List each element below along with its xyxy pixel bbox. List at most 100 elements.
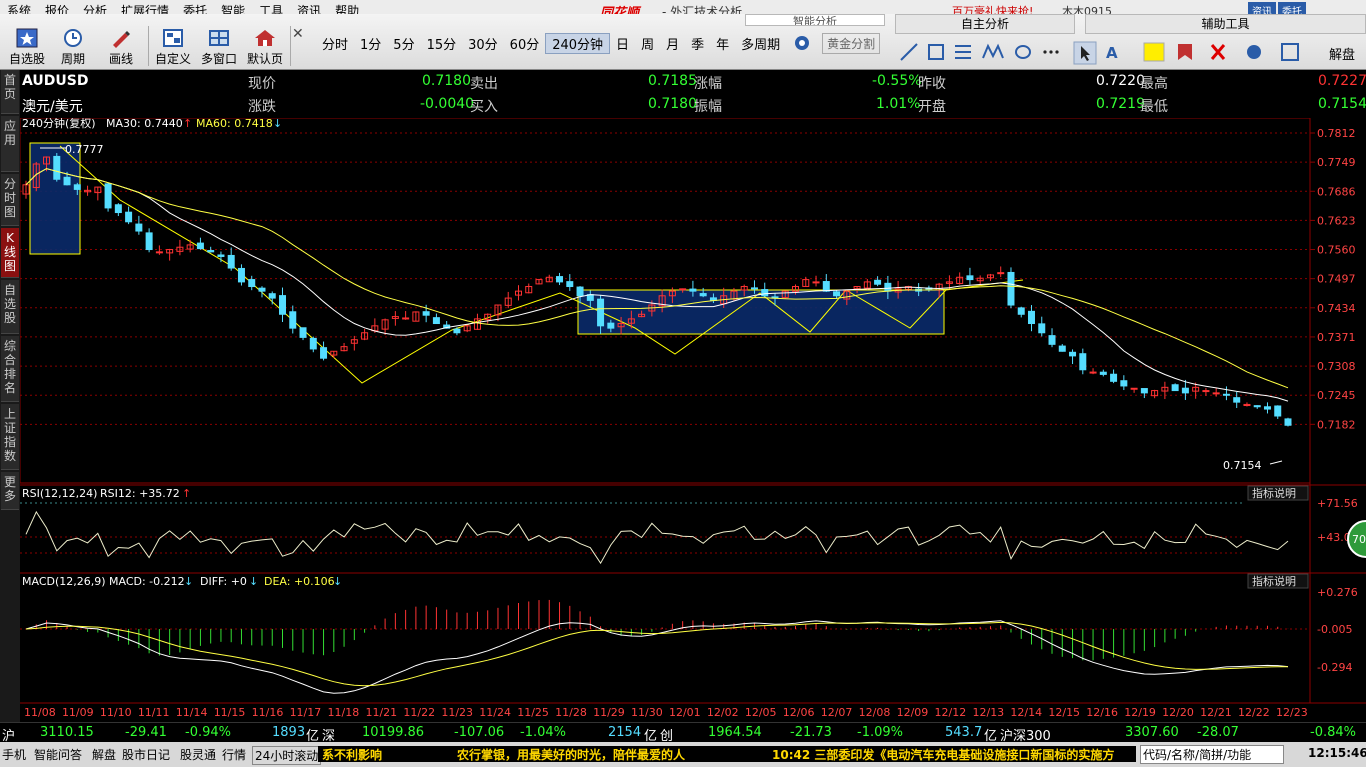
candle-down [268, 293, 276, 299]
tab-ranking[interactable]: 综合排名 [1, 336, 19, 402]
more-tools-icon[interactable] [1043, 50, 1059, 54]
period-1min[interactable]: 1分 [354, 34, 387, 53]
candle-up [1089, 371, 1097, 374]
channel-tool-icon[interactable] [955, 45, 971, 59]
dea-line [25, 621, 1288, 687]
default-page-button[interactable]: 默认页 [242, 22, 288, 68]
candle-down [699, 293, 707, 297]
x-tick-label: 11/18 [328, 706, 360, 719]
export-tool-icon[interactable] [1281, 43, 1299, 61]
candle-down [884, 282, 892, 292]
low-annotation: 0.7154 [1223, 459, 1262, 472]
period-timeshare[interactable]: 分时 [316, 34, 354, 53]
period-multi[interactable]: 多周期 [735, 34, 786, 53]
period-quarter[interactable]: 季 [685, 34, 710, 53]
multi-window-button[interactable]: 多窗口 [196, 22, 242, 68]
x-tick-label: 11/22 [403, 706, 435, 719]
period-30min[interactable]: 30分 [462, 34, 504, 53]
market-button[interactable]: 行情 [222, 746, 246, 763]
candle-down [104, 183, 112, 209]
close-panel-icon[interactable]: ✕ [292, 26, 304, 42]
settings-gear-icon[interactable] [792, 33, 812, 53]
mobile-button[interactable]: 手机 [2, 746, 26, 763]
period-month[interactable]: 月 [660, 34, 685, 53]
tab-watchlist[interactable]: 自选股 [1, 280, 19, 334]
period-60min[interactable]: 60分 [504, 34, 546, 53]
star-icon [16, 28, 38, 48]
ma60-label: MA60: 0.7418 [196, 118, 273, 130]
analysis-button[interactable]: 解盘 [1329, 44, 1355, 63]
candle-down [135, 223, 143, 232]
text-tool-icon[interactable]: A [1106, 44, 1118, 62]
smart-qa-button[interactable]: 智能问答 [34, 746, 82, 763]
period-5min[interactable]: 5分 [387, 34, 420, 53]
candle-down [279, 295, 287, 315]
candle-down [114, 204, 122, 214]
ellipse-tool-icon[interactable] [1015, 45, 1031, 59]
quote-panel: AUDUSD 澳元/美元 现价 涨跌 0.7180 -0.0040 卖出 买入 … [20, 70, 1366, 118]
sh-pct: -0.94% [185, 725, 231, 740]
period-week[interactable]: 周 [635, 34, 660, 53]
candle-down [237, 267, 245, 283]
period-day[interactable]: 日 [610, 34, 635, 53]
news-24h-button[interactable]: 24小时滚动 [252, 746, 322, 765]
golden-split-button[interactable]: 黄金分割 [822, 32, 881, 54]
symbol-code: AUDUSD [22, 73, 89, 89]
tab-more[interactable]: 更多 [1, 472, 19, 510]
macd-tick-label: +0.276 [1317, 586, 1358, 599]
sz-change: -107.06 [454, 725, 505, 740]
value-low: 0.7154 [1318, 96, 1366, 112]
tab-timeshare[interactable]: 分时图 [1, 174, 19, 226]
color-swatch-icon[interactable] [1143, 42, 1165, 62]
period-15min[interactable]: 15分 [421, 34, 463, 53]
label-open: 开盘 [918, 99, 946, 115]
draw-line-button[interactable]: 画线 [98, 22, 144, 68]
news-ticker-3[interactable]: 10:42 三部委印发《电动汽车充电基础设施接口新国标的实施方 [768, 746, 1136, 762]
x-tick-label: 11/21 [365, 706, 397, 719]
diff-line [25, 620, 1289, 694]
period-240min[interactable]: 240分钟 [545, 32, 611, 54]
macd-value: MACD: -0.212 [109, 575, 185, 588]
kline-chart[interactable]: 0.7812 0.7749 0.7686 0.7623 0.7560 0.7497 0.74… [20, 118, 1366, 722]
favorites-button[interactable]: 自选股 [4, 22, 50, 68]
code-search-input[interactable]: 代码/名称/简拼/功能 [1140, 745, 1284, 764]
tab-aux-tools[interactable]: 辅助工具 [1085, 14, 1366, 34]
candle-down [1038, 323, 1046, 334]
delete-tool-icon[interactable] [1210, 44, 1226, 60]
news-ticker-1[interactable]: 系不利影响 [318, 746, 453, 762]
analysis-link[interactable]: 解盘 [92, 746, 116, 763]
diary-button[interactable]: 股市日记 [122, 746, 170, 763]
tab-sh-index[interactable]: 上证指数 [1, 404, 19, 470]
settings-tool-icon[interactable] [1247, 45, 1261, 59]
sh-index: 3110.15 [40, 725, 94, 740]
candle-down [217, 254, 225, 257]
candle-down [566, 281, 574, 288]
tab-kline[interactable]: K线图 [1, 228, 19, 278]
custom-button[interactable]: 自定义 [150, 22, 196, 68]
candle-up [812, 281, 820, 284]
wave-tool-icon[interactable] [982, 43, 1004, 59]
x-tick-label: 12/14 [1010, 706, 1042, 719]
rect-tool-icon[interactable] [928, 44, 944, 60]
bookmark-tool-icon[interactable] [1178, 44, 1192, 60]
sh-change: -29.41 [125, 725, 167, 740]
x-tick-label: 11/25 [517, 706, 549, 719]
y-tick-label: 0.7497 [1317, 273, 1356, 286]
tab-home[interactable]: 首页 [1, 70, 19, 114]
period-year[interactable]: 年 [710, 34, 735, 53]
tab-apps[interactable]: 应用 [1, 116, 19, 172]
x-tick-label: 11/30 [631, 706, 663, 719]
line-tool-icon[interactable] [900, 43, 918, 61]
x-tick-label: 12/20 [1162, 706, 1194, 719]
candle-down [207, 250, 215, 253]
home-icon [255, 30, 275, 46]
tab-smart-analysis[interactable]: 智能分析 [745, 14, 885, 26]
period-button[interactable]: 周期 [50, 22, 96, 68]
news-ticker-2[interactable]: 农行掌银，用最美好的时光，陪伴最爱的人 [453, 746, 768, 762]
x-tick-label: 12/02 [707, 706, 739, 719]
candle-down [53, 155, 61, 180]
value-now: 0.7180 [422, 73, 471, 89]
tab-self-analysis[interactable]: 自主分析 [895, 14, 1075, 34]
candle-down [966, 275, 974, 281]
stock-genie-button[interactable]: 股灵通 [180, 746, 216, 763]
